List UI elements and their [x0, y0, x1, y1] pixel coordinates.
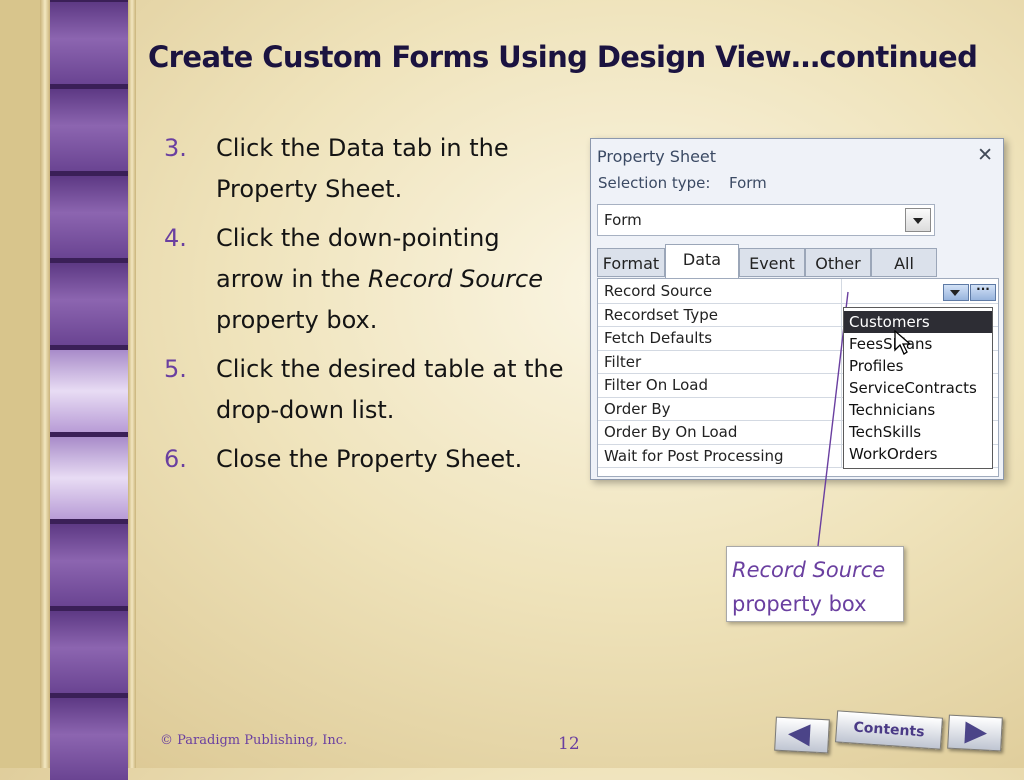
- dropdown-option[interactable]: WorkOrders: [844, 443, 992, 465]
- record-source-dropdown: Customers FeesSPlans Profiles ServiceCon…: [843, 307, 993, 469]
- dropdown-option[interactable]: TechSkills: [844, 421, 992, 443]
- dropdown-option[interactable]: Profiles: [844, 355, 992, 377]
- dropdown-option[interactable]: ServiceContracts: [844, 377, 992, 399]
- dropdown-option-selected[interactable]: Customers: [844, 311, 992, 333]
- dropdown-option[interactable]: Technicians: [844, 399, 992, 421]
- mouse-cursor-icon: [894, 330, 912, 355]
- dropdown-option[interactable]: FeesSPlans: [844, 333, 992, 355]
